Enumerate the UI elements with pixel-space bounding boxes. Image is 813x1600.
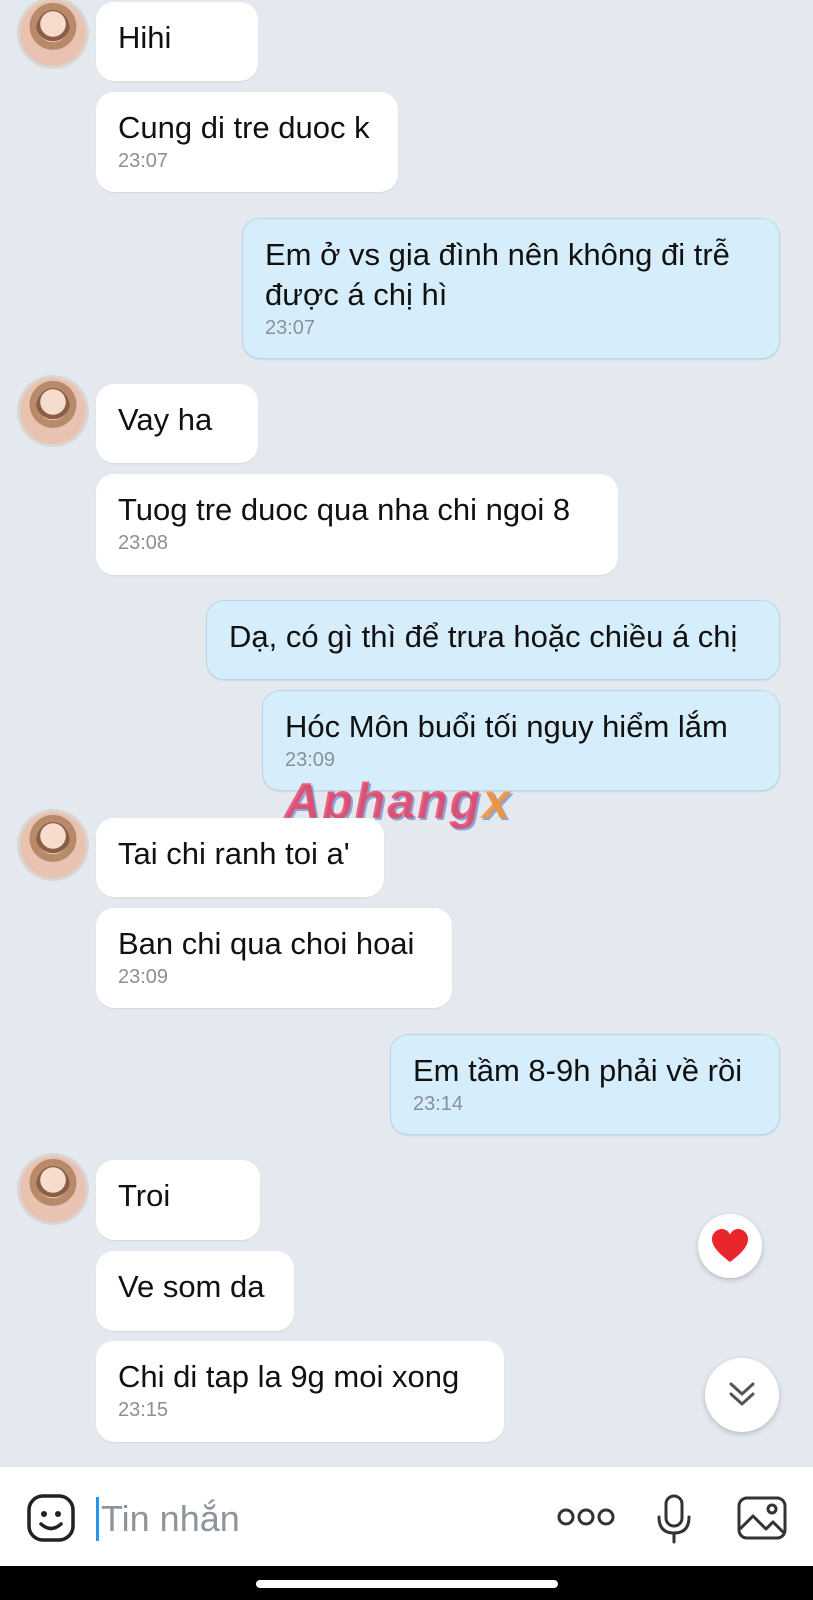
heart-icon <box>712 1229 748 1262</box>
contact-avatar[interactable] <box>20 812 86 878</box>
contact-avatar[interactable] <box>20 1156 86 1222</box>
message-list[interactable]: Hihi Cung di tre duoc k 23:07 Em ở vs gi… <box>0 0 813 1466</box>
emoji-icon[interactable] <box>26 1493 76 1543</box>
system-navigation-bar <box>0 1566 813 1600</box>
contact-avatar[interactable] <box>20 378 86 444</box>
message-text: Troi <box>118 1178 171 1213</box>
message-text: Hihi <box>118 20 172 55</box>
contact-avatar[interactable] <box>20 0 86 66</box>
message-text: Ban chi qua choi hoai <box>118 926 415 961</box>
microphone-icon[interactable] <box>654 1493 694 1545</box>
message-input[interactable]: Tin nhắn <box>96 1497 240 1541</box>
message-time: 23:15 <box>118 1399 169 1421</box>
message-text: Hóc Môn buổi tối nguy hiểm lắm <box>285 709 728 744</box>
watermark-accent: x <box>482 773 512 829</box>
message-incoming[interactable]: Ban chi qua choi hoai 23:09 <box>96 908 452 1008</box>
image-icon[interactable] <box>736 1495 788 1541</box>
message-incoming[interactable]: Vay ha <box>96 384 258 463</box>
home-gesture-handle[interactable] <box>256 1580 558 1588</box>
message-outgoing[interactable]: Em ở vs gia đình nên không đi trễ được á… <box>242 218 780 359</box>
message-text: Tuog tre duoc qua nha chi ngoi 8 <box>118 492 571 527</box>
message-time: 23:09 <box>118 966 169 988</box>
message-time: 23:09 <box>285 749 336 771</box>
message-incoming[interactable]: Hihi <box>96 2 258 81</box>
message-composer: Tin nhắn <box>0 1466 813 1567</box>
message-incoming[interactable]: Troi <box>96 1160 260 1240</box>
message-time: 23:14 <box>413 1093 464 1115</box>
message-incoming[interactable]: Ve som da <box>96 1251 294 1331</box>
message-incoming[interactable]: Tai chi ranh toi a' <box>96 818 384 897</box>
message-time: 23:08 <box>118 532 169 554</box>
message-text: Cung di tre duoc k <box>118 110 370 145</box>
message-time: 23:07 <box>118 150 169 172</box>
message-outgoing[interactable]: Dạ, có gì thì để trưa hoặc chiều á chị <box>206 600 780 680</box>
message-text: Dạ, có gì thì để trưa hoặc chiều á chị <box>229 619 738 654</box>
more-icon[interactable] <box>556 1505 616 1529</box>
message-incoming[interactable]: Chi di tap la 9g moi xong 23:15 <box>96 1341 504 1442</box>
message-text: Vay ha <box>118 402 213 437</box>
heart-reaction-button[interactable] <box>698 1214 762 1278</box>
message-text: Em tầm 8-9h phải về rồi <box>413 1053 743 1088</box>
message-text: Ve som da <box>118 1269 265 1304</box>
message-outgoing[interactable]: Em tầm 8-9h phải về rồi 23:14 <box>390 1034 780 1135</box>
message-time: 23:07 <box>265 317 316 339</box>
scroll-to-bottom-button[interactable] <box>705 1358 779 1432</box>
message-incoming[interactable]: Tuog tre duoc qua nha chi ngoi 8 23:08 <box>96 474 618 575</box>
message-text: Em ở vs gia đình nên không đi trễ được á… <box>265 237 730 312</box>
message-incoming[interactable]: Cung di tre duoc k 23:07 <box>96 92 398 192</box>
message-text: Chi di tap la 9g moi xong <box>118 1359 460 1394</box>
double-chevron-down-icon <box>729 1382 755 1406</box>
message-text: Tai chi ranh toi a' <box>118 836 350 871</box>
